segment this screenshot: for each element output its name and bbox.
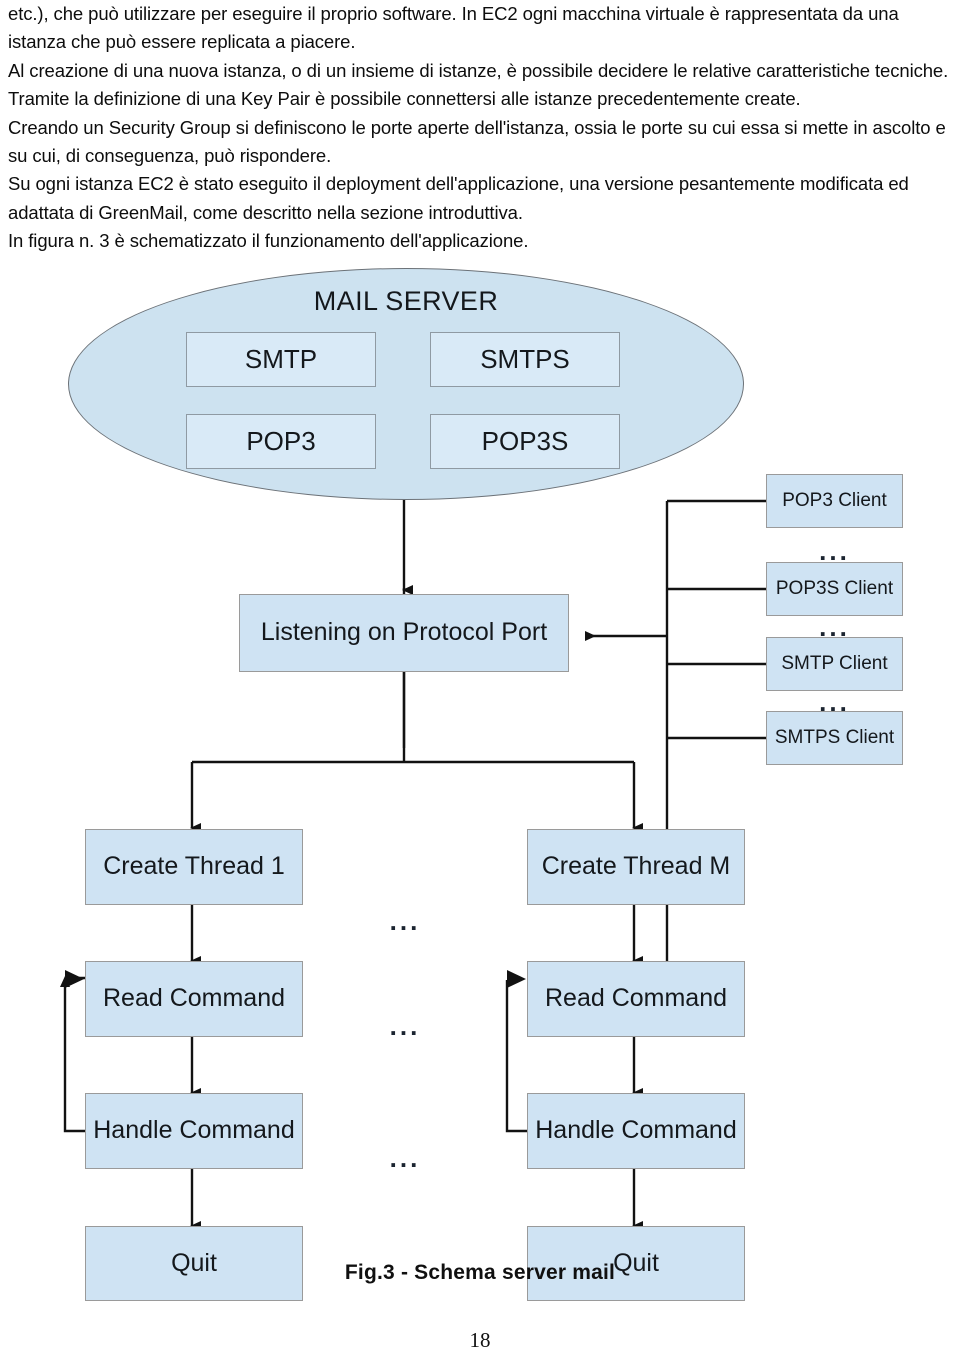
protocol-box-smtps: SMTPS: [430, 332, 620, 387]
client-node-pop3s: POP3S Client: [766, 562, 903, 616]
paragraph-3: Creando un Security Group si definiscono…: [8, 116, 951, 167]
left-handle-command-node: Handle Command: [85, 1093, 303, 1169]
client-node-pop3: POP3 Client: [766, 474, 903, 528]
protocol-box-pop3: POP3: [186, 414, 376, 469]
listening-on-protocol-port-node: Listening on Protocol Port: [239, 594, 569, 672]
figure-schema-server-mail: MAIL SERVER SMTP SMTPS POP3 POP3S Listen…: [0, 248, 960, 1301]
client-node-smtp: SMTP Client: [766, 637, 903, 691]
left-read-command-node: Read Command: [85, 961, 303, 1037]
left-create-thread-node: Create Thread 1: [85, 829, 303, 905]
right-read-command-node: Read Command: [527, 961, 745, 1037]
client-separator-1: ...: [819, 536, 850, 566]
protocol-box-smtp: SMTP: [186, 332, 376, 387]
page-number: 18: [469, 1328, 491, 1352]
protocol-box-pop3s: POP3S: [430, 414, 620, 469]
right-handle-command-node: Handle Command: [527, 1093, 745, 1169]
body-text-block: etc.), che può utilizzare per eseguire i…: [8, 0, 952, 256]
figure-caption: Fig.3 - Schema server mail: [344, 1261, 616, 1284]
left-feedback-arrowhead: [65, 970, 84, 988]
column-separator-2: ...: [389, 1011, 421, 1041]
right-feedback-arrowhead: [507, 970, 526, 988]
column-separator-3: ...: [389, 1143, 421, 1173]
connector-right-feedback-loop: [505, 980, 527, 1133]
connector-left-feedback-loop: [63, 980, 85, 1133]
paragraph-4: Su ogni istanza EC2 è stato eseguito il …: [8, 173, 914, 223]
mail-server-title: MAIL SERVER: [313, 286, 499, 316]
client-node-smtps: SMTPS Client: [766, 711, 903, 765]
column-separator-1: ...: [389, 906, 421, 936]
paragraph-1: etc.), che può utilizzare per eseguire i…: [8, 3, 904, 53]
paragraph-2: Al creazione di una nuova istanza, o di …: [8, 59, 953, 110]
right-create-thread-node: Create Thread M: [527, 829, 745, 905]
